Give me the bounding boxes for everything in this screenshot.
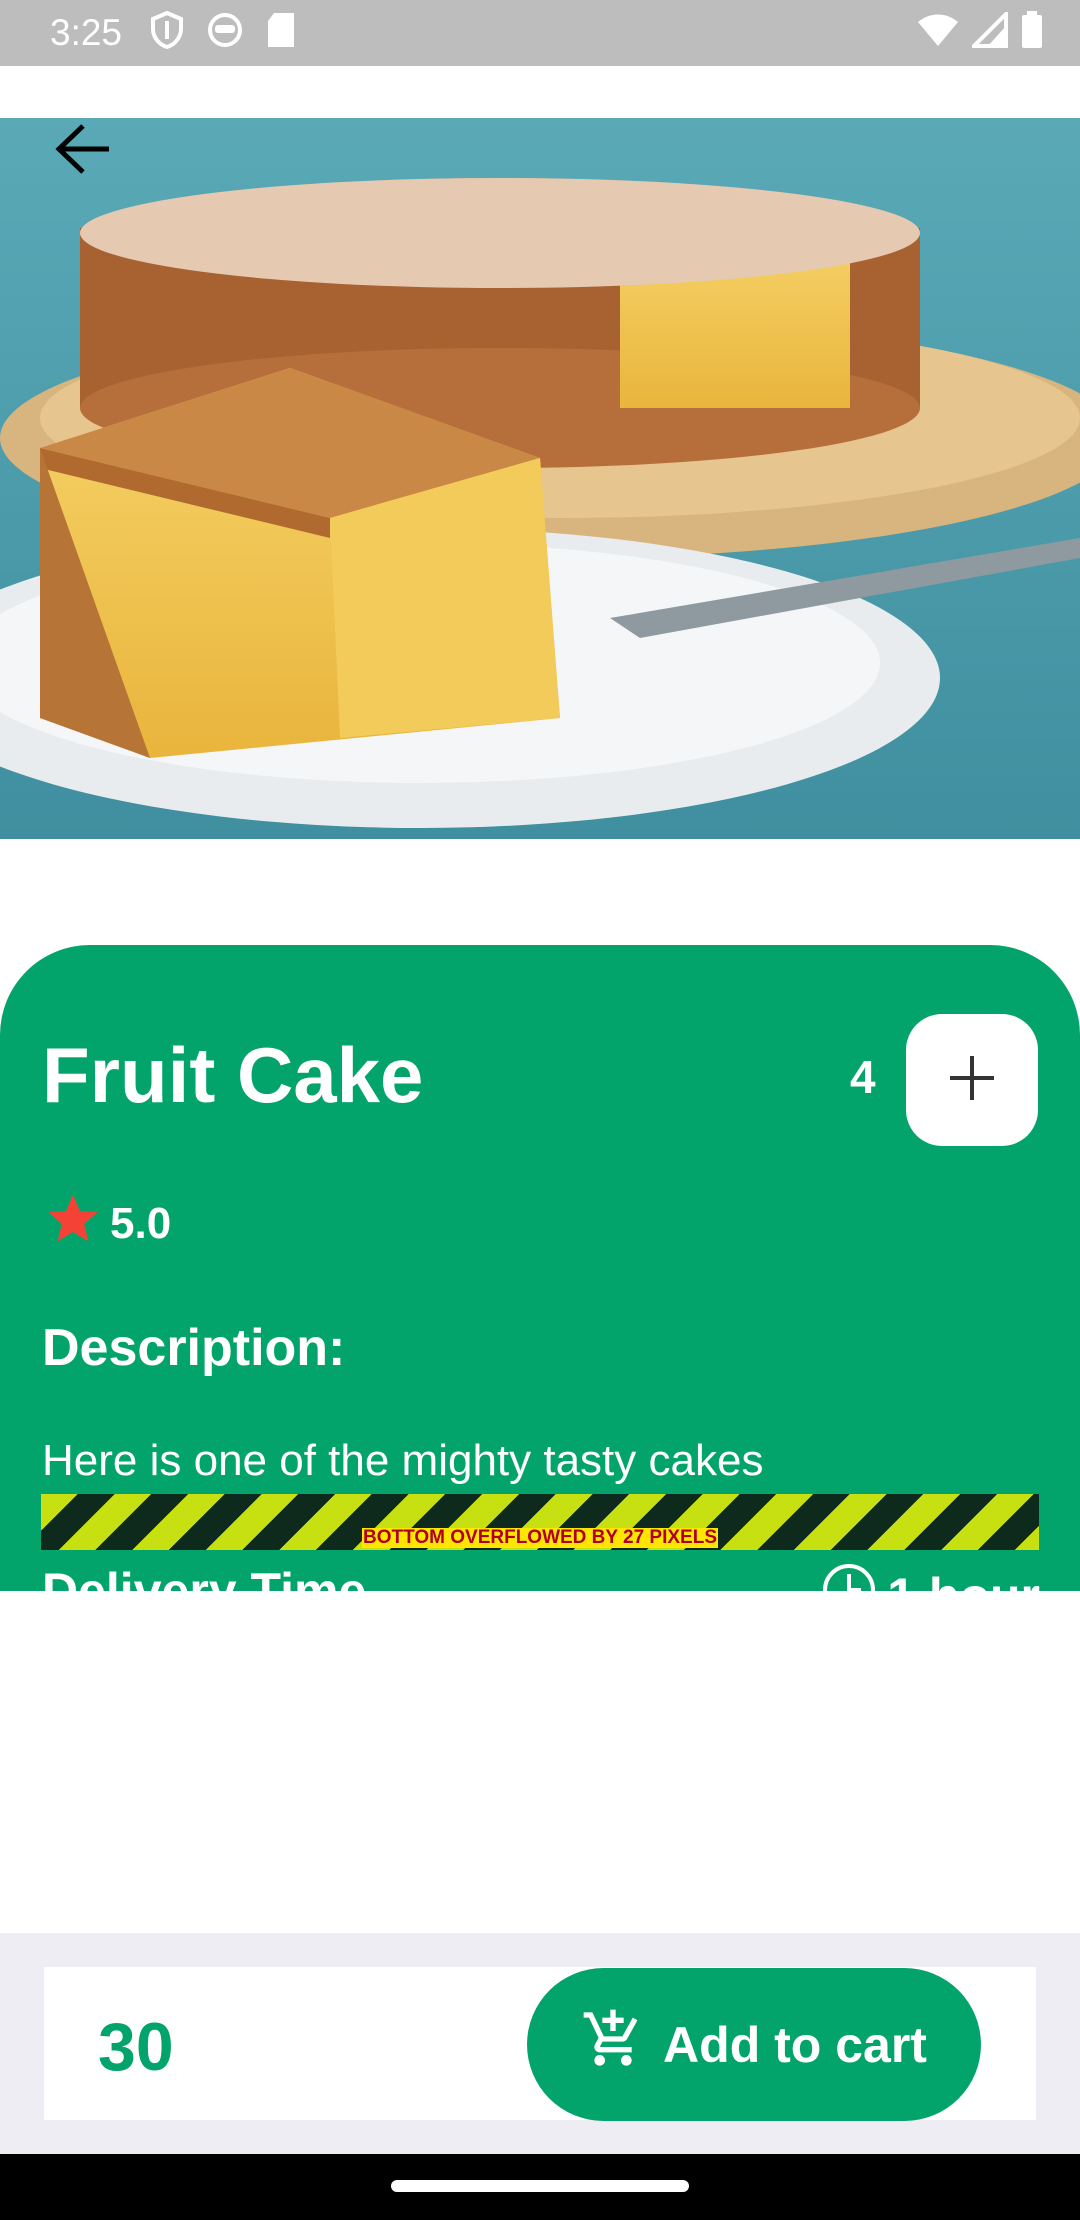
description-title: Description: — [42, 1319, 346, 1377]
status-icons-left — [150, 10, 296, 54]
back-button[interactable] — [48, 116, 118, 186]
wifi-icon — [916, 12, 960, 53]
clock-icon — [821, 1562, 877, 1591]
delivery-time: 1 hour — [821, 1562, 1040, 1591]
delivery-time-value: 1 hour — [887, 1567, 1040, 1591]
home-gesture-handle[interactable] — [391, 2180, 689, 2192]
plus-icon — [947, 1053, 997, 1108]
overflow-warning-label: BOTTOM OVERFLOWED BY 27 PIXELS — [362, 1527, 718, 1548]
add-to-cart-label: Add to cart — [663, 2016, 927, 2073]
add-to-cart-button[interactable]: Add to cart — [527, 1968, 981, 2121]
product-image — [0, 118, 1080, 839]
rating: 5.0 — [44, 1190, 171, 1257]
status-bar: 3:25 — [0, 0, 1080, 66]
status-icons-right — [916, 8, 1044, 54]
sd-card-icon — [266, 11, 296, 54]
star-icon — [44, 1190, 102, 1257]
delivery-title: Delivery Time — [42, 1563, 367, 1591]
product-title: Fruit Cake — [42, 1031, 424, 1119]
face-icon — [206, 11, 244, 54]
add-shopping-cart-icon — [581, 2007, 645, 2083]
increase-quantity-button[interactable] — [906, 1014, 1038, 1146]
rating-value: 5.0 — [110, 1198, 172, 1248]
quantity-value: 4 — [850, 1051, 876, 1103]
battery-icon — [1020, 10, 1044, 54]
shield-icon — [150, 10, 184, 54]
price: 30 — [98, 2009, 174, 2085]
delivery-row: Delivery Time 1 hour — [0, 1550, 1080, 1591]
description-text: Here is one of the mighty tasty cakes — [42, 1436, 764, 1485]
status-time: 3:25 — [50, 12, 123, 53]
arrow-left-icon — [53, 122, 113, 181]
signal-icon — [969, 8, 1008, 53]
